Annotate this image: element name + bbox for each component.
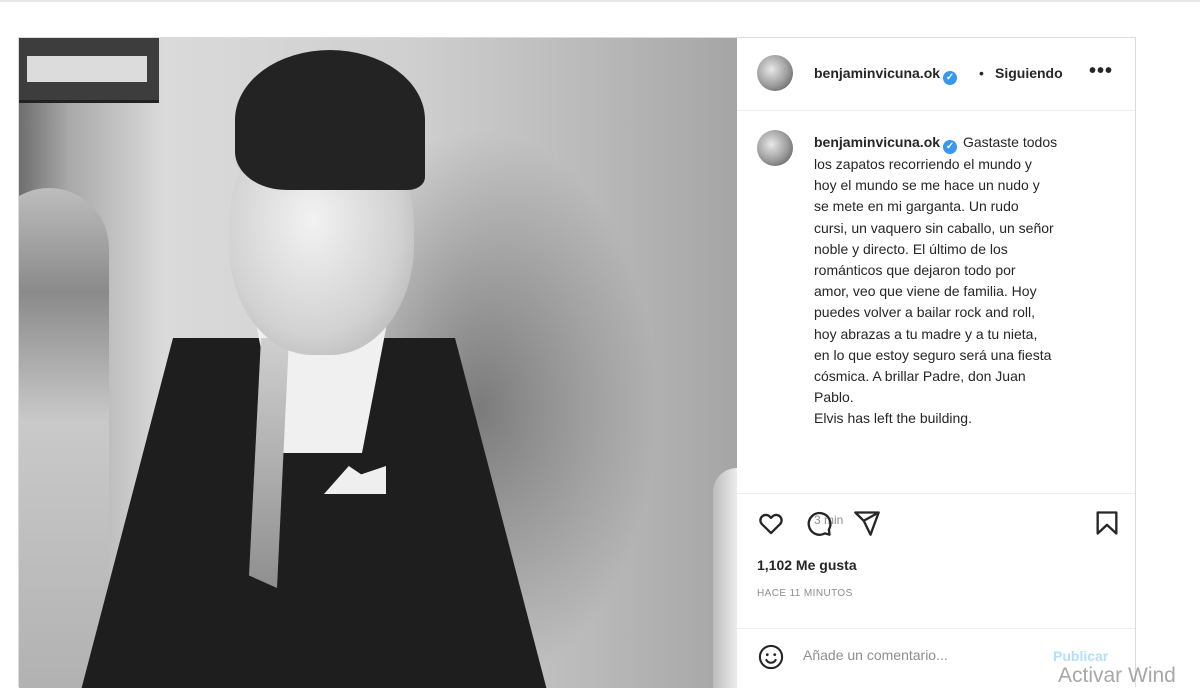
caption-line: en lo que estoy seguro será una fiesta xyxy=(814,346,1052,363)
caption-line: benjaminvicuna.ok ✓ Gastaste todos xyxy=(814,134,1058,154)
post-header: benjaminvicuna.ok ✓ • Siguiendo ••• xyxy=(737,38,1135,111)
username-link[interactable]: benjaminvicuna.ok ✓ xyxy=(814,65,958,85)
instagram-post: benjaminvicuna.ok ✓ • Siguiendo ••• benja… xyxy=(18,37,1136,688)
post-time-ago[interactable]: HACE 11 MINUTOS xyxy=(757,588,853,599)
caption-line: hoy abrazas a tu madre y a tu nieta, xyxy=(814,325,1038,342)
separator-dot: • xyxy=(979,65,984,81)
comment-input[interactable] xyxy=(803,647,1023,663)
heart-icon[interactable] xyxy=(757,509,785,537)
caption-line: noble y directo. El último de los xyxy=(814,240,1008,257)
picture-frame xyxy=(19,38,159,103)
windows-activation-watermark: Activar Wind xyxy=(1058,664,1176,687)
share-icon[interactable] xyxy=(853,509,881,537)
following-button[interactable]: Siguiendo xyxy=(995,65,1071,81)
caption-line: los zapatos recorriendo el mundo y xyxy=(814,156,1032,172)
action-bar xyxy=(737,493,1135,554)
emoji-icon[interactable] xyxy=(757,643,785,671)
caption-line: hoy el mundo se me hace un nudo y xyxy=(814,177,1040,194)
caption-line: Elvis has left the building. xyxy=(814,410,972,427)
more-options-icon[interactable]: ••• xyxy=(1089,60,1113,83)
post-photo[interactable] xyxy=(19,38,737,688)
caption-line: puedes volver a bailar rock and roll, xyxy=(814,304,1036,321)
caption-line: se mete en mi garganta. Un rudo xyxy=(814,198,1019,215)
caption-area: benjaminvicuna.ok ✓ Gastaste todos los za… xyxy=(737,110,1135,527)
bookmark-icon[interactable] xyxy=(1093,509,1121,537)
publish-button[interactable]: Publicar xyxy=(1053,648,1108,664)
woman-figure xyxy=(19,188,109,688)
caption-line: cósmica. A brillar Padre, don Juan xyxy=(814,368,1026,385)
man-hair xyxy=(235,50,425,190)
caption-avatar[interactable] xyxy=(757,130,793,166)
caption-line: románticos que dejaron todo por xyxy=(814,262,1016,279)
avatar[interactable] xyxy=(757,55,793,91)
caption-line: amor, veo que viene de familia. Hoy xyxy=(814,283,1037,300)
verified-badge-icon: ✓ xyxy=(943,71,958,85)
likes-count[interactable]: 1,102 Me gusta xyxy=(757,557,857,573)
person-edge xyxy=(713,468,737,688)
verified-badge-icon: ✓ xyxy=(943,140,958,154)
caption-text: benjaminvicuna.ok ✓ Gastaste todos los za… xyxy=(814,132,1114,430)
top-divider xyxy=(0,0,1200,2)
caption-username-link[interactable]: benjaminvicuna.ok ✓ xyxy=(814,134,958,154)
post-side-panel: benjaminvicuna.ok ✓ • Siguiendo ••• benja… xyxy=(737,38,1135,688)
caption-line: Pablo. xyxy=(814,389,854,406)
comment-icon[interactable] xyxy=(805,509,833,537)
caption-line: cursi, un vaquero sin caballo, un señor xyxy=(814,219,1054,236)
